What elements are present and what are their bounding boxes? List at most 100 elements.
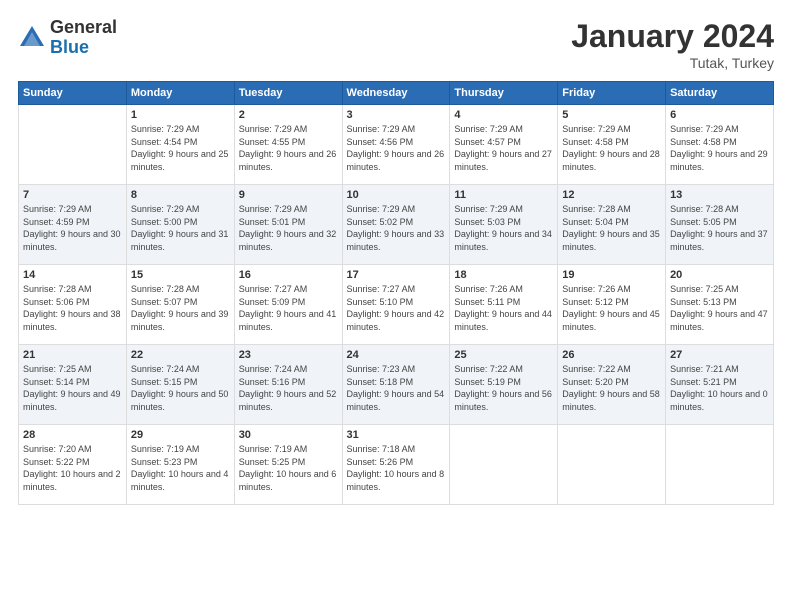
calendar-subtitle: Tutak, Turkey (571, 55, 774, 71)
day-cell: 28Sunrise: 7:20 AMSunset: 5:22 PMDayligh… (19, 425, 127, 505)
day-number: 3 (347, 109, 446, 121)
day-number: 10 (347, 189, 446, 201)
day-cell: 3 Sunrise: 7:29 AMSunset: 4:56 PMDaylight… (342, 105, 450, 185)
day-number: 4 (454, 109, 553, 121)
day-info: Sunrise: 7:29 AMSunset: 5:02 PMDaylight:… (347, 203, 446, 253)
day-cell: 8 Sunrise: 7:29 AMSunset: 5:00 PMDaylight… (126, 185, 234, 265)
day-cell (558, 425, 666, 505)
day-number: 18 (454, 269, 553, 281)
day-info: Sunrise: 7:21 AMSunset: 5:21 PMDaylight:… (670, 363, 769, 413)
day-cell: 29Sunrise: 7:19 AMSunset: 5:23 PMDayligh… (126, 425, 234, 505)
day-cell: 24Sunrise: 7:23 AMSunset: 5:18 PMDayligh… (342, 345, 450, 425)
day-number: 9 (239, 189, 338, 201)
day-number: 5 (562, 109, 661, 121)
header-cell-wednesday: Wednesday (342, 82, 450, 105)
title-block: January 2024 Tutak, Turkey (571, 18, 774, 71)
week-row-4: 21Sunrise: 7:25 AMSunset: 5:14 PMDayligh… (19, 345, 774, 425)
calendar-table: SundayMondayTuesdayWednesdayThursdayFrid… (18, 81, 774, 505)
day-info: Sunrise: 7:29 AMSunset: 4:59 PMDaylight:… (23, 203, 122, 253)
logo-general: General (50, 18, 117, 38)
day-cell: 20 Sunrise: 7:25 AMSunset: 5:13 PMDayligh… (666, 265, 774, 345)
header-cell-tuesday: Tuesday (234, 82, 342, 105)
day-number: 23 (239, 349, 338, 361)
day-cell: 22Sunrise: 7:24 AMSunset: 5:15 PMDayligh… (126, 345, 234, 425)
day-number: 25 (454, 349, 553, 361)
day-info: Sunrise: 7:29 AMSunset: 4:58 PMDaylight:… (670, 123, 769, 173)
day-number: 21 (23, 349, 122, 361)
day-number: 14 (23, 269, 122, 281)
day-number: 13 (670, 189, 769, 201)
day-cell: 11Sunrise: 7:29 AMSunset: 5:03 PMDayligh… (450, 185, 558, 265)
day-cell: 23 Sunrise: 7:24 AMSunset: 5:16 PMDayligh… (234, 345, 342, 425)
day-number: 26 (562, 349, 661, 361)
day-cell: 19Sunrise: 7:26 AMSunset: 5:12 PMDayligh… (558, 265, 666, 345)
header-cell-friday: Friday (558, 82, 666, 105)
day-info: Sunrise: 7:27 AMSunset: 5:10 PMDaylight:… (347, 283, 446, 333)
week-row-1: 1Sunrise: 7:29 AMSunset: 4:54 PMDaylight… (19, 105, 774, 185)
header-cell-sunday: Sunday (19, 82, 127, 105)
day-cell: 21Sunrise: 7:25 AMSunset: 5:14 PMDayligh… (19, 345, 127, 425)
day-number: 12 (562, 189, 661, 201)
day-cell (450, 425, 558, 505)
day-info: Sunrise: 7:18 AMSunset: 5:26 PMDaylight:… (347, 443, 446, 493)
day-number: 17 (347, 269, 446, 281)
logo: General Blue (18, 18, 117, 58)
header-cell-saturday: Saturday (666, 82, 774, 105)
day-number: 6 (670, 109, 769, 121)
day-number: 8 (131, 189, 230, 201)
day-cell: 9 Sunrise: 7:29 AMSunset: 5:01 PMDaylight… (234, 185, 342, 265)
day-number: 28 (23, 429, 122, 441)
day-info: Sunrise: 7:29 AMSunset: 4:56 PMDaylight:… (347, 123, 446, 173)
day-number: 20 (670, 269, 769, 281)
day-number: 15 (131, 269, 230, 281)
day-info: Sunrise: 7:19 AMSunset: 5:25 PMDaylight:… (239, 443, 338, 493)
day-cell: 4 Sunrise: 7:29 AMSunset: 4:57 PMDaylight… (450, 105, 558, 185)
day-info: Sunrise: 7:27 AMSunset: 5:09 PMDaylight:… (239, 283, 338, 333)
day-cell: 12 Sunrise: 7:28 AMSunset: 5:04 PMDayligh… (558, 185, 666, 265)
day-cell: 26 Sunrise: 7:22 AMSunset: 5:20 PMDayligh… (558, 345, 666, 425)
day-info: Sunrise: 7:25 AMSunset: 5:13 PMDaylight:… (670, 283, 769, 333)
logo-blue: Blue (50, 38, 117, 58)
day-info: Sunrise: 7:22 AMSunset: 5:19 PMDaylight:… (454, 363, 553, 413)
day-number: 11 (454, 189, 553, 201)
week-row-2: 7 Sunrise: 7:29 AMSunset: 4:59 PMDaylight… (19, 185, 774, 265)
day-cell: 13 Sunrise: 7:28 AMSunset: 5:05 PMDayligh… (666, 185, 774, 265)
day-cell: 17 Sunrise: 7:27 AMSunset: 5:10 PMDayligh… (342, 265, 450, 345)
header-cell-thursday: Thursday (450, 82, 558, 105)
day-info: Sunrise: 7:28 AMSunset: 5:05 PMDaylight:… (670, 203, 769, 253)
day-cell: 2Sunrise: 7:29 AMSunset: 4:55 PMDaylight… (234, 105, 342, 185)
day-cell: 30 Sunrise: 7:19 AMSunset: 5:25 PMDayligh… (234, 425, 342, 505)
day-cell: 16 Sunrise: 7:27 AMSunset: 5:09 PMDayligh… (234, 265, 342, 345)
day-info: Sunrise: 7:29 AMSunset: 5:00 PMDaylight:… (131, 203, 230, 253)
header-cell-monday: Monday (126, 82, 234, 105)
day-info: Sunrise: 7:28 AMSunset: 5:04 PMDaylight:… (562, 203, 661, 253)
day-cell: 18 Sunrise: 7:26 AMSunset: 5:11 PMDayligh… (450, 265, 558, 345)
day-info: Sunrise: 7:26 AMSunset: 5:11 PMDaylight:… (454, 283, 553, 333)
day-number: 7 (23, 189, 122, 201)
day-info: Sunrise: 7:24 AMSunset: 5:15 PMDaylight:… (131, 363, 230, 413)
logo-icon (18, 24, 46, 52)
day-number: 16 (239, 269, 338, 281)
day-number: 31 (347, 429, 446, 441)
day-cell: 15Sunrise: 7:28 AMSunset: 5:07 PMDayligh… (126, 265, 234, 345)
day-number: 27 (670, 349, 769, 361)
day-info: Sunrise: 7:22 AMSunset: 5:20 PMDaylight:… (562, 363, 661, 413)
day-number: 30 (239, 429, 338, 441)
day-cell: 1Sunrise: 7:29 AMSunset: 4:54 PMDaylight… (126, 105, 234, 185)
day-cell: 6 Sunrise: 7:29 AMSunset: 4:58 PMDaylight… (666, 105, 774, 185)
week-row-5: 28Sunrise: 7:20 AMSunset: 5:22 PMDayligh… (19, 425, 774, 505)
day-info: Sunrise: 7:29 AMSunset: 5:01 PMDaylight:… (239, 203, 338, 253)
page-header: General Blue January 2024 Tutak, Turkey (18, 18, 774, 71)
day-cell (666, 425, 774, 505)
day-info: Sunrise: 7:29 AMSunset: 4:54 PMDaylight:… (131, 123, 230, 173)
day-info: Sunrise: 7:29 AMSunset: 4:57 PMDaylight:… (454, 123, 553, 173)
day-cell: 14 Sunrise: 7:28 AMSunset: 5:06 PMDayligh… (19, 265, 127, 345)
day-cell: 7 Sunrise: 7:29 AMSunset: 4:59 PMDaylight… (19, 185, 127, 265)
day-cell (19, 105, 127, 185)
day-info: Sunrise: 7:28 AMSunset: 5:06 PMDaylight:… (23, 283, 122, 333)
calendar-title: January 2024 (571, 18, 774, 55)
day-cell: 27 Sunrise: 7:21 AMSunset: 5:21 PMDayligh… (666, 345, 774, 425)
day-info: Sunrise: 7:29 AMSunset: 4:58 PMDaylight:… (562, 123, 661, 173)
day-info: Sunrise: 7:24 AMSunset: 5:16 PMDaylight:… (239, 363, 338, 413)
day-number: 29 (131, 429, 230, 441)
